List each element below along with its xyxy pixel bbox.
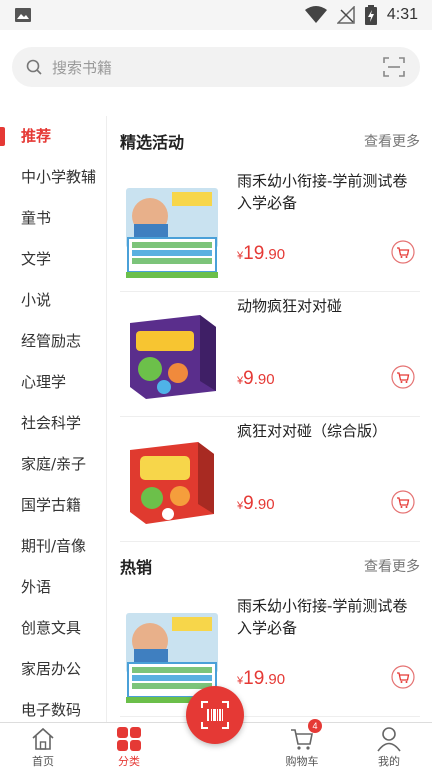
section-header-bestsellers: 热销 查看更多 [120, 552, 420, 580]
battery-icon [364, 5, 377, 25]
sidebar-item-fiction[interactable]: 小说 [0, 280, 106, 321]
status-time: 4:31 [386, 6, 418, 23]
add-to-cart-icon[interactable] [391, 665, 415, 689]
view-more-link[interactable]: 查看更多 [364, 131, 420, 151]
sidebar-item-periodicals[interactable]: 期刊/音像 [0, 526, 106, 567]
sidebar-item-childrens-books[interactable]: 童书 [0, 198, 106, 239]
sidebar-item-business[interactable]: 经管励志 [0, 321, 106, 362]
product-price: ¥19.90 [237, 243, 286, 264]
tab-home[interactable]: 首页 [8, 725, 78, 768]
tab-label: 购物车 [285, 755, 319, 768]
tab-category[interactable]: 分类 [94, 725, 164, 768]
product-name: 雨禾幼小衔接-学前测试卷入学必备 [237, 597, 408, 637]
search-icon [26, 59, 42, 75]
tab-label: 首页 [32, 755, 54, 768]
product-price: ¥19.90 [237, 668, 286, 689]
sidebar-item-social-science[interactable]: 社会科学 [0, 403, 106, 444]
product-name: 雨禾幼小衔接-学前测试卷入学必备 [237, 172, 408, 212]
product-price: ¥9.90 [237, 493, 275, 514]
add-to-cart-icon[interactable] [391, 365, 415, 389]
cart-badge: 4 [308, 719, 322, 733]
product-name: 疯狂对对碰（综合版） [237, 422, 388, 440]
sidebar-item-k12-tutoring[interactable]: 中小学教辅 [0, 157, 106, 198]
tab-label: 分类 [118, 755, 140, 768]
category-sidebar: 推荐 中小学教辅 童书 文学 小说 经管励志 心理学 社会科学 家庭/亲子 国学… [0, 116, 107, 722]
product-name: 动物疯狂对对碰 [237, 297, 343, 315]
product-price: ¥9.90 [237, 368, 275, 389]
sidebar-item-home-office[interactable]: 家居办公 [0, 649, 106, 690]
view-more-link[interactable]: 查看更多 [364, 556, 420, 576]
sidebar-item-family[interactable]: 家庭/亲子 [0, 444, 106, 485]
tab-profile[interactable]: 我的 [354, 725, 424, 768]
sidebar-item-psychology[interactable]: 心理学 [0, 362, 106, 403]
product-image [120, 303, 224, 407]
product-card[interactable]: 雨禾幼小衔接-学前测试卷入学必备 ¥19.90 [120, 593, 420, 717]
status-bar: 4:31 [0, 0, 432, 30]
sidebar-item-literature[interactable]: 文学 [0, 239, 106, 280]
wifi-icon [304, 6, 327, 23]
image-notification-icon [15, 8, 31, 22]
sidebar-item-stationery[interactable]: 创意文具 [0, 608, 106, 649]
barcode-scan-button[interactable] [186, 686, 244, 744]
tab-label: 我的 [378, 755, 400, 768]
tab-cart[interactable]: 购物车 [267, 725, 337, 768]
search-area: 搜索书籍 [0, 30, 432, 114]
add-to-cart-icon[interactable] [391, 240, 415, 264]
search-input[interactable]: 搜索书籍 [52, 57, 382, 78]
category-icon [117, 727, 141, 751]
sidebar-item-classics[interactable]: 国学古籍 [0, 485, 106, 526]
home-icon [32, 727, 54, 750]
product-list: 精选活动 查看更多 雨禾幼小衔接-学前测试卷入学必备 ¥19.90 动物疯狂对对… [108, 116, 432, 722]
sidebar-item-electronics[interactable]: 电子数码 [0, 690, 106, 722]
section-title: 热销 [120, 558, 153, 577]
scan-icon[interactable] [382, 55, 406, 79]
product-card[interactable]: 疯狂对对碰（综合版） ¥9.90 [120, 418, 420, 542]
product-card[interactable]: 动物疯狂对对碰 ¥9.90 [120, 293, 420, 417]
product-card[interactable]: 雨禾幼小衔接-学前测试卷入学必备 ¥19.90 [120, 168, 420, 292]
add-to-cart-icon[interactable] [391, 490, 415, 514]
product-image [120, 428, 224, 532]
sidebar-item-foreign-language[interactable]: 外语 [0, 567, 106, 608]
user-icon [377, 727, 401, 752]
search-bar[interactable]: 搜索书籍 [12, 47, 420, 87]
signal-icon [336, 6, 355, 24]
barcode-scan-icon [201, 701, 229, 729]
product-image [120, 178, 224, 282]
section-title: 精选活动 [120, 133, 185, 152]
sidebar-item-recommend[interactable]: 推荐 [0, 116, 106, 157]
section-header-featured: 精选活动 查看更多 [120, 127, 420, 155]
